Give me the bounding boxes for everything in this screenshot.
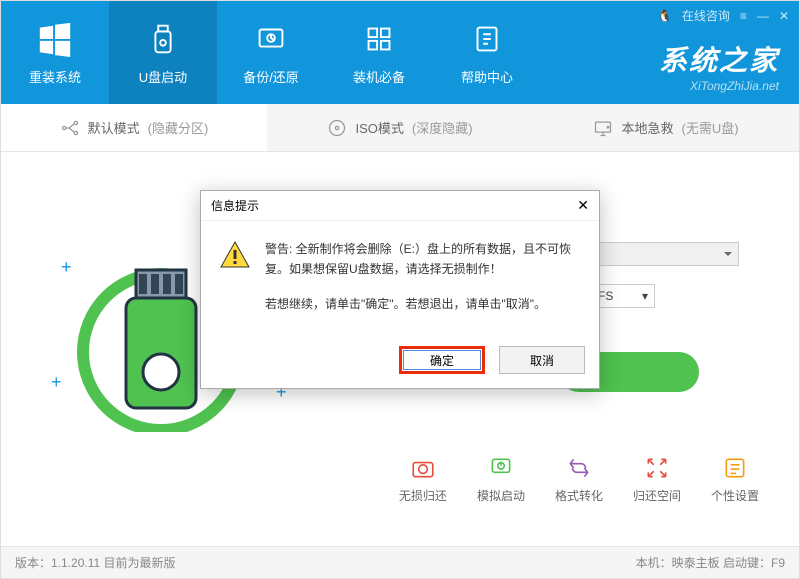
dialog-close-button[interactable]: ✕ [577,197,589,214]
dialog-warning-text: 警告: 全新制作将会删除（E:）盘上的所有数据，且不可恢复。如果想保留U盘数据，… [265,239,581,280]
info-dialog: 信息提示 ✕ 警告: 全新制作将会删除（E:）盘上的所有数据，且不可恢复。如果想… [200,190,600,389]
cancel-button[interactable]: 取消 [499,346,585,374]
warning-icon [219,239,251,271]
dialog-title: 信息提示 [211,197,259,214]
dialog-hint-text: 若想继续，请单击"确定"。若想退出，请单击"取消"。 [265,294,581,314]
modal-overlay: 信息提示 ✕ 警告: 全新制作将会删除（E:）盘上的所有数据，且不可恢复。如果想… [1,1,799,578]
ok-button[interactable]: 确定 [399,346,485,374]
